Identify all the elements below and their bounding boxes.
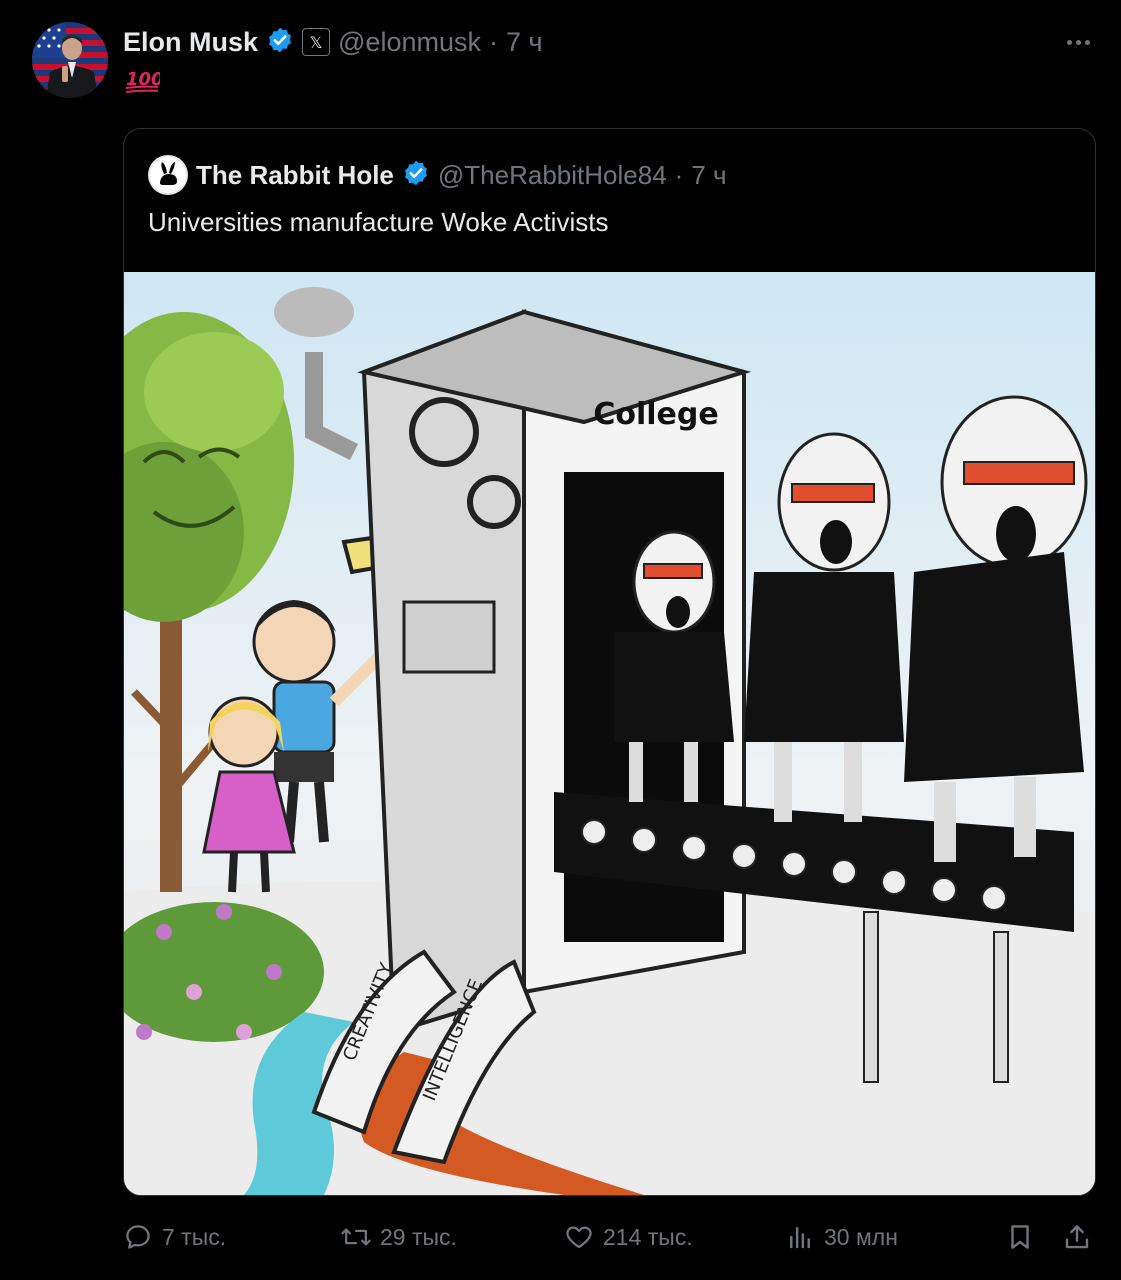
reply-button[interactable]: 7 тыс. bbox=[122, 1212, 226, 1262]
quoted-text: Universities manufacture Woke Activists bbox=[148, 207, 609, 237]
quoted-header: The Rabbit Hole @TheRabbitHole84 · 7 ч bbox=[148, 155, 727, 195]
author-name[interactable]: Elon Musk bbox=[123, 27, 258, 58]
quoted-tweet-card[interactable]: The Rabbit Hole @TheRabbitHole84 · 7 ч U… bbox=[123, 128, 1096, 1196]
cartoon-image[interactable]: College CREATIVITY INTELLIGENCE bbox=[124, 272, 1095, 1195]
verified-badge-icon bbox=[266, 26, 294, 59]
bookmark-icon bbox=[1004, 1221, 1036, 1253]
more-options-icon[interactable] bbox=[1060, 30, 1096, 54]
action-bar: 7 тыс. 29 тыс. 214 тыс. 30 млн bbox=[0, 1212, 1121, 1262]
repost-count: 29 тыс. bbox=[380, 1223, 457, 1250]
repost-button[interactable]: 29 тыс. bbox=[340, 1212, 457, 1262]
views-chart-icon bbox=[784, 1221, 816, 1253]
rabbit-logo-icon bbox=[150, 157, 186, 193]
quoted-author-name[interactable]: The Rabbit Hole bbox=[196, 160, 394, 191]
separator-dot: · bbox=[488, 26, 498, 57]
verified-badge-icon bbox=[402, 159, 430, 192]
tweet: Elon Musk 𝕏 @elonmusk · 7 ч 100 The Rabb… bbox=[0, 0, 1121, 1280]
rabbit-hole-avatar[interactable] bbox=[148, 155, 188, 195]
share-icon bbox=[1061, 1221, 1093, 1253]
reply-count: 7 тыс. bbox=[162, 1223, 227, 1250]
share-button[interactable] bbox=[1061, 1212, 1093, 1262]
hundred-points-icon: 100 bbox=[125, 69, 164, 93]
timestamp[interactable]: 7 ч bbox=[506, 27, 543, 58]
tweet-text-hundred-emoji: 100 bbox=[124, 66, 164, 101]
repost-icon bbox=[340, 1221, 372, 1253]
author-avatar[interactable] bbox=[32, 22, 108, 98]
author-handle[interactable]: @elonmusk bbox=[338, 27, 481, 58]
quoted-author-handle[interactable]: @TheRabbitHole84 bbox=[438, 160, 667, 191]
like-button[interactable]: 214 тыс. bbox=[563, 1212, 693, 1262]
views-button[interactable]: 30 млн bbox=[784, 1212, 898, 1262]
college-sign: College bbox=[593, 397, 718, 432]
quoted-timestamp[interactable]: 7 ч bbox=[691, 160, 726, 191]
tweet-header: Elon Musk 𝕏 @elonmusk · 7 ч bbox=[123, 22, 543, 62]
views-count: 30 млн bbox=[824, 1223, 898, 1250]
like-count: 214 тыс. bbox=[603, 1223, 693, 1250]
heart-icon bbox=[563, 1221, 595, 1253]
separator-dot: · bbox=[674, 159, 684, 190]
reply-icon bbox=[122, 1221, 154, 1253]
x-affiliation-icon: 𝕏 bbox=[302, 28, 331, 56]
bookmark-button[interactable] bbox=[1004, 1212, 1036, 1262]
